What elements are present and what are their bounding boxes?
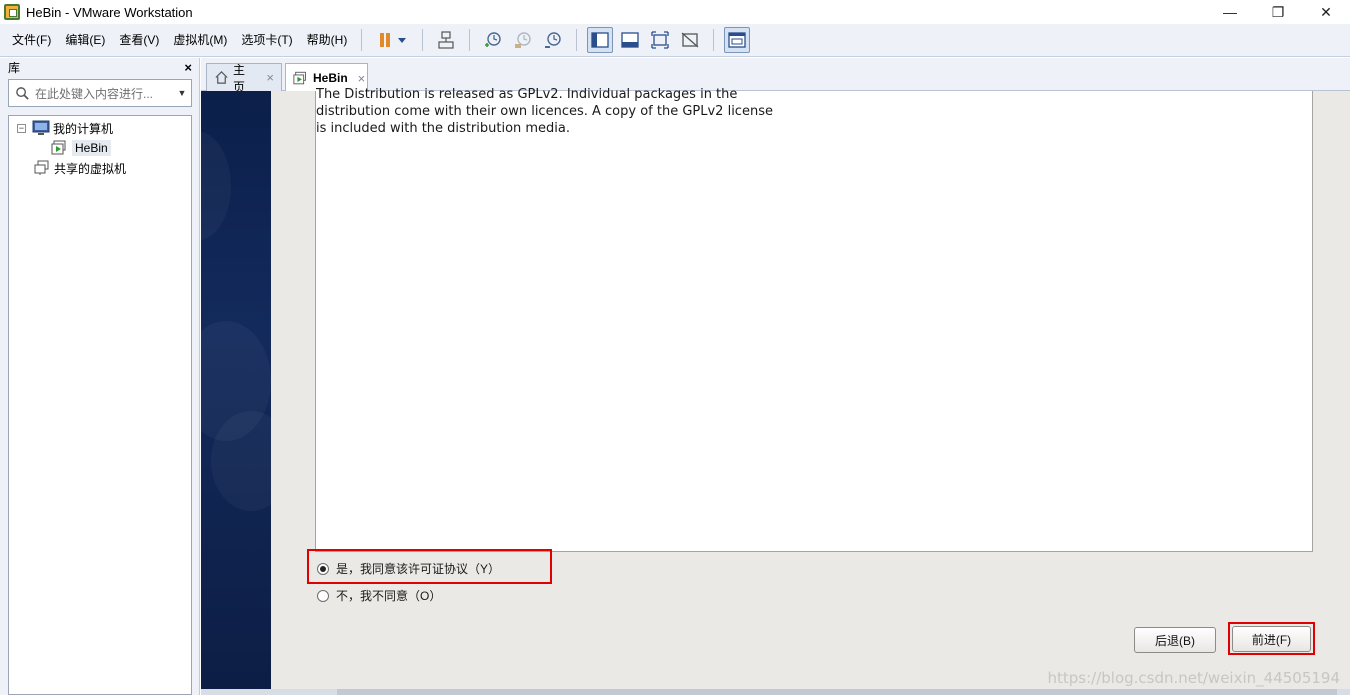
toolbar-separator: [422, 29, 424, 51]
fullscreen-button[interactable]: [647, 27, 673, 53]
library-header: 库 ×: [0, 58, 199, 77]
agree-radio-option[interactable]: 是，我同意该许可证协议（Y）: [317, 560, 500, 577]
snapshot-manager-icon: [545, 32, 562, 48]
snapshot-manager-button[interactable]: [540, 27, 566, 53]
menu-toolbar: 文件(F) 编辑(E) 查看(V) 虚拟机(M) 选项卡(T) 帮助(H): [0, 24, 1350, 57]
thumbnail-icon: [621, 32, 639, 48]
tab-home-close-button[interactable]: ×: [266, 70, 274, 85]
library-title: 库: [8, 61, 21, 75]
library-search-input[interactable]: 在此处键入内容进行... ▼: [8, 79, 192, 107]
pause-icon: [380, 33, 407, 47]
window-title: HeBin - VMware Workstation: [26, 4, 193, 20]
tree-collapse-toggle[interactable]: −: [17, 123, 26, 133]
menu-edit[interactable]: 编辑(E): [59, 29, 111, 51]
show-library-button[interactable]: [587, 27, 614, 53]
menu-file[interactable]: 文件(F): [6, 29, 57, 51]
unity-button[interactable]: [677, 27, 703, 53]
network-icon: [438, 31, 454, 49]
thumbnail-bar-button[interactable]: [617, 27, 643, 53]
menu-view[interactable]: 查看(V): [113, 29, 165, 51]
back-button[interactable]: 后退(B): [1134, 627, 1216, 653]
unity-icon: [681, 32, 699, 48]
close-window-button[interactable]: ✕: [1302, 0, 1350, 24]
license-line: The Distribution is released as GPLv2. I…: [316, 87, 738, 102]
search-placeholder: 在此处键入内容进行...: [35, 86, 154, 101]
disagree-radio[interactable]: [317, 589, 329, 602]
send-ctrl-alt-del-button[interactable]: [433, 27, 459, 53]
chevron-down-icon[interactable]: ▼: [173, 88, 191, 98]
agree-label: 是，我同意该许可证协议（Y）: [336, 562, 501, 576]
toolbar-separator: [576, 29, 578, 51]
vmware-app-icon: [4, 4, 20, 20]
tree-label-shared-vms: 共享的虚拟机: [54, 161, 127, 176]
home-icon: [214, 70, 229, 85]
restore-button[interactable]: ❐: [1254, 0, 1302, 24]
suspend-button[interactable]: [372, 27, 412, 53]
computer-icon: [32, 120, 50, 136]
restore-icon: ❐: [1271, 3, 1285, 20]
search-icon: [9, 80, 35, 106]
console-view-button[interactable]: [724, 27, 751, 53]
vm-console[interactable]: The Distribution is released as GPLv2. I…: [201, 87, 1350, 695]
snapshot-revert-button[interactable]: [510, 27, 536, 53]
snapshot-icon: [485, 32, 502, 47]
installer-sidebar-graphic: [201, 91, 271, 689]
tree-item-my-computer[interactable]: − 我的计算机: [17, 118, 113, 138]
tab-home[interactable]: 主页 ×: [206, 63, 282, 94]
watermark: https://blog.csdn.net/weixin_44505194: [1047, 669, 1340, 687]
snapshot-revert-icon: [515, 32, 532, 48]
sidebar-decoration: [201, 131, 231, 241]
toolbar-separator: [361, 29, 363, 51]
toolbar-separator: [713, 29, 715, 51]
console-view-icon: [728, 32, 746, 48]
tree-label-my-computer: 我的计算机: [53, 121, 114, 136]
close-icon: ✕: [1320, 3, 1332, 20]
license-text-area[interactable]: [315, 91, 1313, 552]
tab-home-label: 主页: [233, 62, 246, 94]
minimize-icon: —: [1223, 4, 1237, 20]
library-panel: 库 × 在此处键入内容进行... ▼ − 我的计算机 HeBin 共享的虚拟机: [0, 58, 200, 695]
snapshot-take-button[interactable]: [480, 27, 506, 53]
window-controls: — ❐ ✕: [1206, 0, 1350, 24]
tree-item-shared-vms[interactable]: 共享的虚拟机: [33, 158, 126, 178]
library-view-icon: [591, 32, 609, 48]
forward-button[interactable]: 前进(F): [1232, 626, 1311, 652]
tab-hebin-label: HeBin: [313, 71, 348, 85]
vm-icon: [293, 71, 309, 86]
minimize-button[interactable]: —: [1206, 0, 1254, 24]
license-text: The Distribution is released as GPLv2. I…: [316, 86, 816, 137]
menu-tabs[interactable]: 选项卡(T): [235, 29, 298, 51]
fullscreen-icon: [651, 31, 669, 49]
scrollbar-thumb[interactable]: [337, 689, 1337, 695]
license-line: is included with the distribution media.: [316, 121, 571, 136]
tree-label-hebin: HeBin: [72, 140, 111, 156]
horizontal-scrollbar[interactable]: [201, 689, 1350, 695]
agree-radio[interactable]: [317, 562, 329, 575]
library-tree: − 我的计算机 HeBin 共享的虚拟机: [8, 115, 192, 695]
toolbar-separator: [469, 29, 471, 51]
vm-icon: [51, 140, 69, 156]
shared-vm-icon: [33, 160, 51, 176]
tree-item-hebin[interactable]: HeBin: [51, 138, 111, 158]
tab-hebin-close-button[interactable]: ×: [358, 71, 366, 86]
license-line: distribution come with their own licence…: [316, 104, 773, 119]
disagree-label: 不，我不同意（O）: [336, 589, 442, 603]
title-bar: HeBin - VMware Workstation — ❐ ✕: [0, 0, 1350, 24]
disagree-radio-option[interactable]: 不，我不同意（O）: [317, 587, 441, 604]
library-close-button[interactable]: ×: [184, 60, 192, 75]
menu-help[interactable]: 帮助(H): [301, 29, 354, 51]
menu-vm[interactable]: 虚拟机(M): [167, 29, 233, 51]
